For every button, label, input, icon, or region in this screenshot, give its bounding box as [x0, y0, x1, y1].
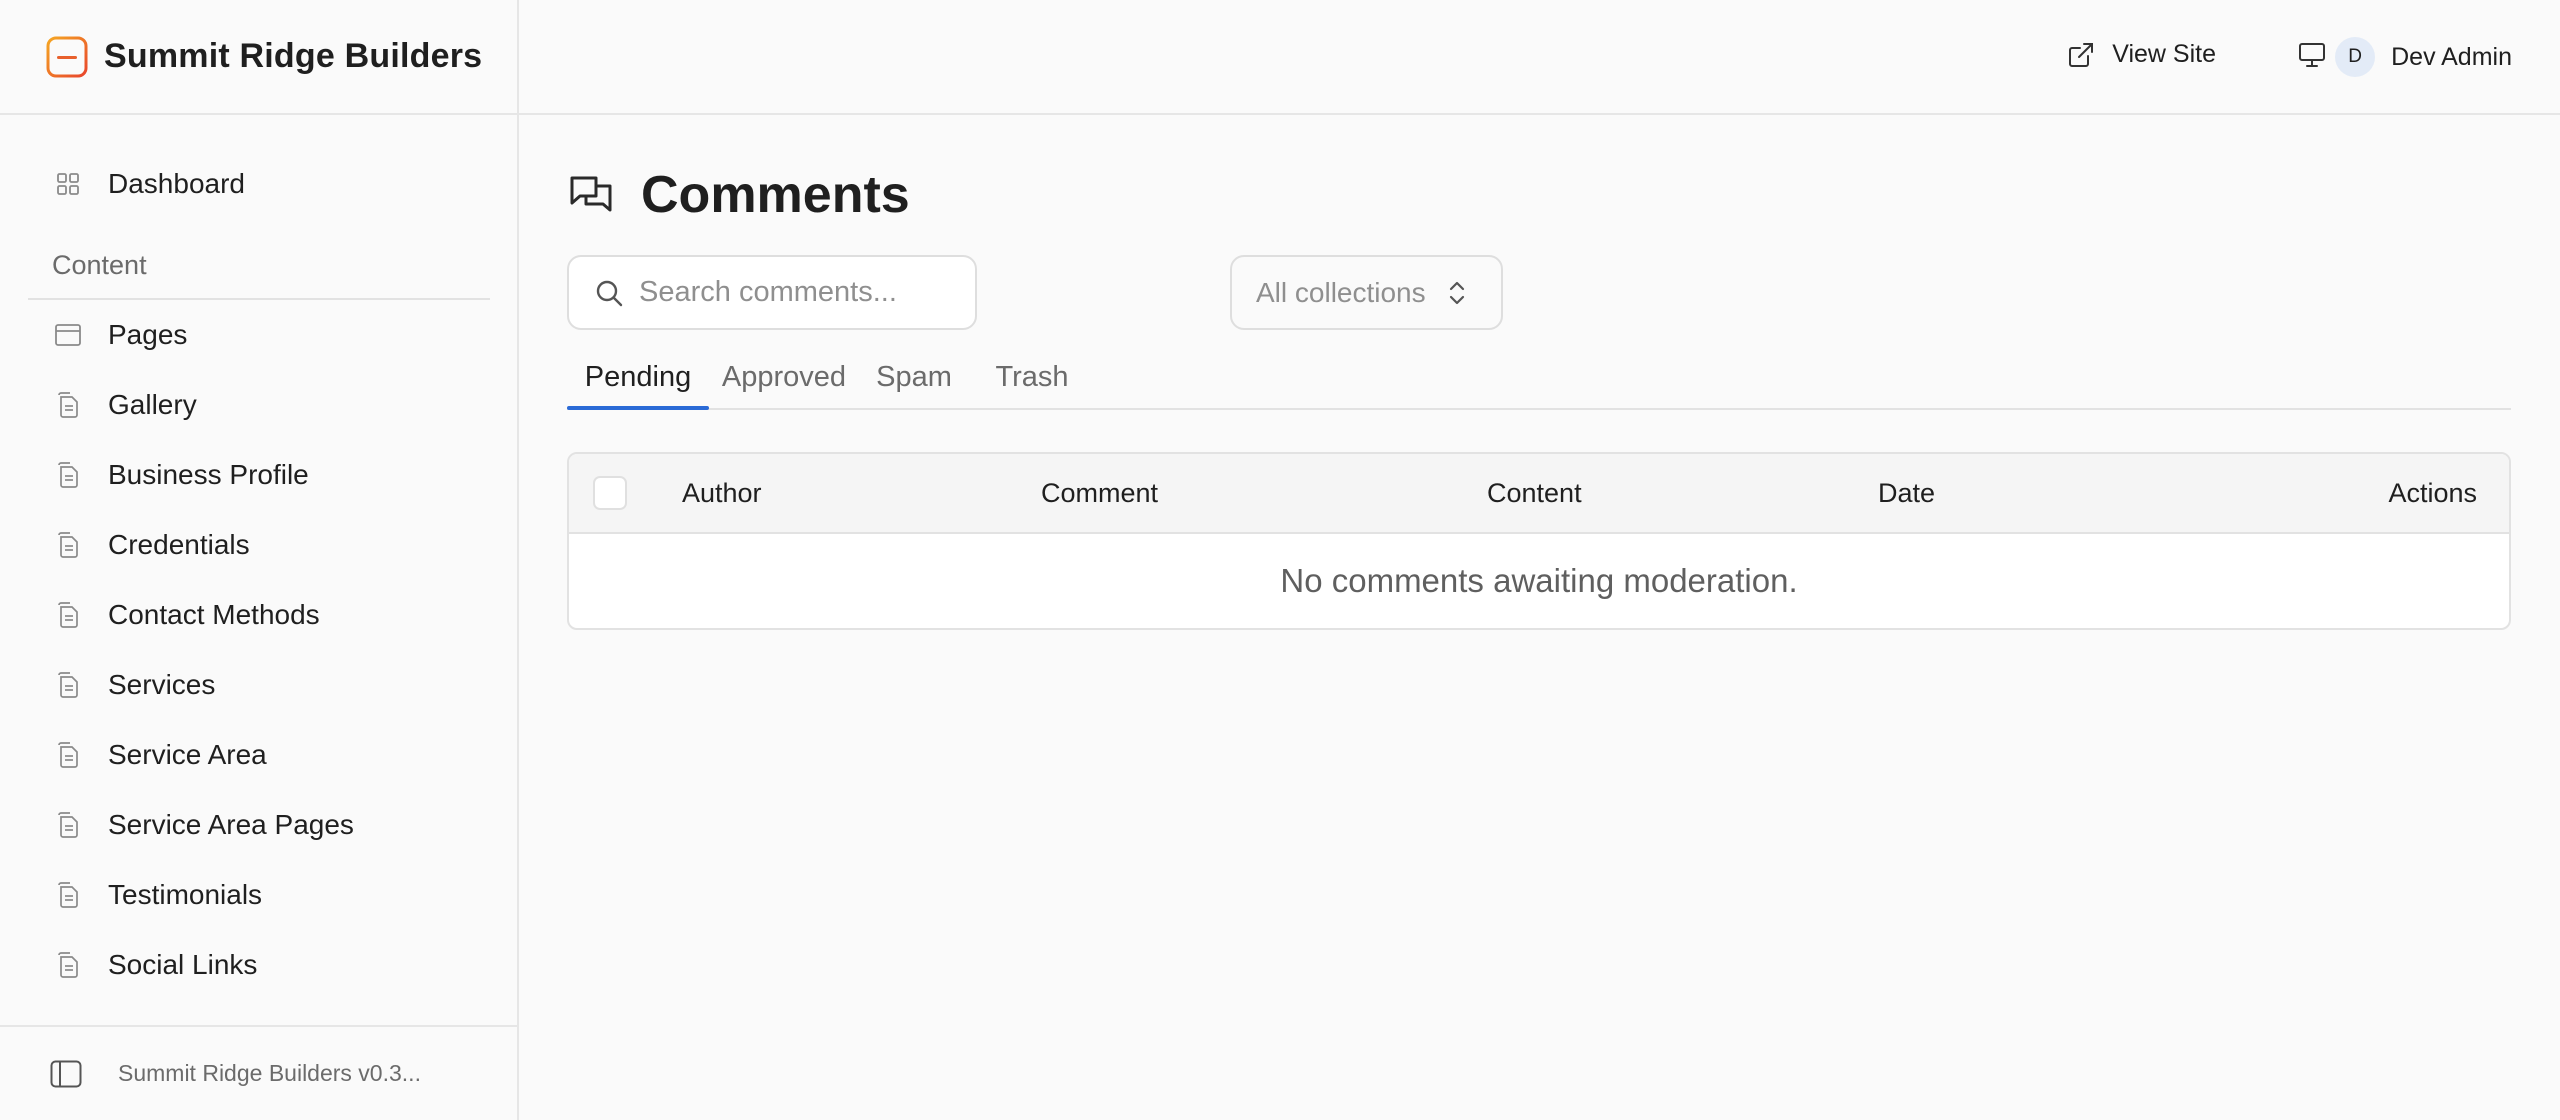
- view-site-label: View Site: [2112, 40, 2216, 68]
- comments-icon: [569, 174, 613, 216]
- sidebar-item-testimonials[interactable]: Testimonials: [28, 864, 489, 926]
- empty-state-message: No comments awaiting moderation.: [1280, 562, 1798, 599]
- sidebar-item-credentials[interactable]: Credentials: [28, 514, 489, 576]
- search-icon: [595, 279, 623, 307]
- document-icon: [54, 811, 82, 839]
- page-header: Comments: [569, 165, 910, 225]
- display-mode-button[interactable]: [2298, 42, 2326, 73]
- column-comment[interactable]: Comment: [1041, 478, 1158, 509]
- sidebar-item-label: Service Area: [108, 739, 267, 770]
- user-menu[interactable]: D Dev Admin: [2335, 37, 2512, 77]
- grid-icon: [54, 170, 82, 198]
- tab-trash[interactable]: Trash: [969, 347, 1095, 408]
- chevron-up-down-icon: [1448, 279, 1466, 307]
- sidebar-item-service-area-pages[interactable]: Service Area Pages: [28, 794, 489, 856]
- external-link-icon: [2068, 42, 2094, 68]
- tab-spam[interactable]: Spam: [859, 347, 969, 408]
- comments-table: Author Comment Content Date Actions No c…: [567, 452, 2511, 630]
- sidebar-item-business-profile[interactable]: Business Profile: [28, 444, 489, 506]
- sidebar-item-label: Service Area Pages: [108, 809, 354, 840]
- sidebar-item-label: Contact Methods: [108, 599, 320, 630]
- column-content[interactable]: Content: [1487, 478, 1582, 509]
- app-version: Summit Ridge Builders v0.3...: [118, 1060, 421, 1086]
- collection-select-value: All collections: [1256, 276, 1426, 308]
- sidebar-item-dashboard[interactable]: Dashboard: [28, 153, 489, 215]
- monitor-icon: [2298, 42, 2326, 68]
- moderation-tabs: Pending Approved Spam Trash: [567, 347, 2511, 410]
- table-header: Author Comment Content Date Actions: [569, 454, 2509, 534]
- brand-logo-icon: [46, 36, 88, 78]
- select-all-checkbox[interactable]: [593, 476, 627, 510]
- brand-header[interactable]: Summit Ridge Builders: [0, 0, 517, 115]
- sidebar-item-label: Dashboard: [108, 168, 245, 199]
- document-icon: [54, 671, 82, 699]
- page-title: Comments: [641, 166, 910, 224]
- avatar: D: [2335, 37, 2376, 77]
- sidebar-item-services[interactable]: Services: [28, 654, 489, 716]
- sidebar-item-label: Business Profile: [108, 459, 309, 490]
- sidebar-item-label: Gallery: [108, 389, 197, 420]
- sidebar-item-label: Services: [108, 669, 216, 700]
- topbar: View Site D Dev Admin: [519, 0, 2560, 115]
- user-name: Dev Admin: [2391, 42, 2512, 71]
- sidebar-item-gallery[interactable]: Gallery: [28, 374, 489, 436]
- document-icon: [54, 881, 82, 909]
- document-icon: [54, 391, 82, 419]
- sidebar-item-contact-methods[interactable]: Contact Methods: [28, 584, 489, 646]
- document-icon: [54, 531, 82, 559]
- search-box: [567, 255, 977, 330]
- tab-approved[interactable]: Approved: [709, 347, 859, 408]
- sidebar-item-pages[interactable]: Pages: [28, 304, 489, 366]
- document-icon: [54, 601, 82, 629]
- collection-select[interactable]: All collections: [1230, 255, 1503, 330]
- sidebar-item-social-links[interactable]: Social Links: [28, 934, 489, 996]
- document-icon: [54, 461, 82, 489]
- sidebar: Summit Ridge Builders Dashboard Content: [0, 0, 519, 1120]
- document-icon: [54, 741, 82, 769]
- view-site-link[interactable]: View Site: [2068, 40, 2216, 69]
- sidebar-toggle-icon[interactable]: [50, 1060, 82, 1088]
- column-date[interactable]: Date: [1878, 478, 1935, 509]
- search-input[interactable]: [639, 276, 939, 309]
- sidebar-item-service-area[interactable]: Service Area: [28, 724, 489, 786]
- sidebar-divider: [28, 298, 490, 300]
- column-actions: Actions: [2388, 478, 2477, 508]
- main-content: Comments All collections Pending Approve…: [519, 115, 2560, 1120]
- sidebar-section-label: Content: [52, 250, 147, 280]
- sidebar-item-label: Credentials: [108, 529, 250, 560]
- panel-icon: [54, 321, 82, 349]
- column-author[interactable]: Author: [682, 478, 762, 509]
- document-icon: [54, 951, 82, 979]
- sidebar-item-label: Testimonials: [108, 879, 263, 910]
- sidebar-footer: Summit Ridge Builders v0.3...: [0, 1025, 517, 1120]
- sidebar-item-label: Pages: [108, 319, 188, 350]
- brand-name: Summit Ridge Builders: [104, 37, 483, 75]
- sidebar-item-label: Social Links: [108, 949, 258, 980]
- tab-pending[interactable]: Pending: [567, 347, 709, 410]
- app: Summit Ridge Builders Dashboard Content: [0, 0, 2560, 1120]
